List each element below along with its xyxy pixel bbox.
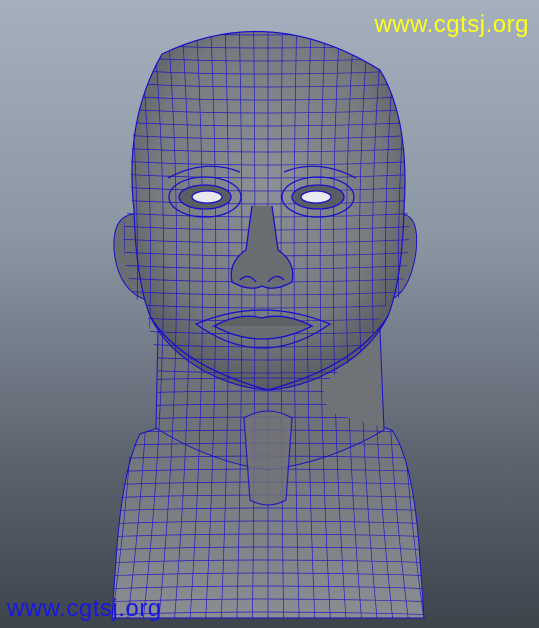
watermark-top: www.cgtsj.org bbox=[374, 11, 529, 38]
head-mesh-model[interactable] bbox=[0, 0, 539, 628]
3d-viewport[interactable]: www.cgtsj.org www.cgtsj.org bbox=[0, 0, 539, 628]
right-eye-white bbox=[300, 190, 332, 204]
left-eye-white bbox=[191, 190, 223, 204]
adams-apple bbox=[243, 410, 293, 506]
watermark-bottom: www.cgtsj.org bbox=[7, 595, 162, 622]
